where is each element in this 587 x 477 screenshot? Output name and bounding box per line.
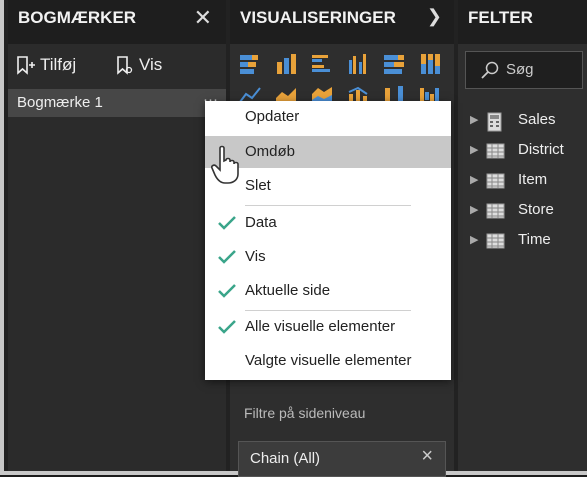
- bookmarks-title: BOGMÆRKER: [18, 8, 137, 27]
- menu-item-all-visuals[interactable]: Alle visuelle elementer: [205, 311, 451, 343]
- menu-separator: [245, 205, 411, 206]
- fields-pane: FELTER Søg ▶ Sales ▶ District ▶ Item ▶ S…: [458, 0, 587, 471]
- table-icon: [486, 203, 505, 219]
- menu-item-label: Aktuelle side: [245, 282, 331, 299]
- search-icon: [481, 61, 499, 79]
- close-icon[interactable]: ✕: [194, 5, 212, 31]
- stacked-column-chart-icon[interactable]: [274, 52, 298, 76]
- expand-icon[interactable]: ▶: [470, 233, 478, 246]
- field-item-label: Store: [518, 201, 554, 218]
- remove-filter-icon[interactable]: ×: [421, 445, 433, 468]
- expand-icon[interactable]: ▶: [470, 203, 478, 216]
- menu-item-label: Alle visuelle elementer: [245, 318, 396, 335]
- table-icon: [486, 143, 505, 159]
- menu-item-label: Vis: [245, 248, 266, 265]
- bookmarks-toolbar: Tilføj Vis: [14, 54, 194, 81]
- checkmark-icon: [218, 250, 236, 264]
- percent-column-chart-icon[interactable]: [418, 52, 442, 76]
- clustered-bar-chart-icon[interactable]: [310, 52, 334, 76]
- expand-icon[interactable]: ▶: [470, 173, 478, 186]
- menu-item-data[interactable]: Data: [205, 207, 451, 239]
- page-level-filters-label: Filtre på sideniveau: [244, 405, 366, 421]
- field-item-label: Sales: [518, 111, 556, 128]
- menu-item-current-page[interactable]: Aktuelle side: [205, 275, 451, 307]
- add-bookmark-icon: [17, 56, 35, 75]
- table-icon: [486, 173, 505, 189]
- menu-item-label: Data: [245, 214, 277, 231]
- menu-item-selected-visuals[interactable]: Valgte visuelle elementer: [205, 345, 451, 377]
- menu-item-update[interactable]: Opdater: [205, 101, 451, 133]
- bookmark-item[interactable]: Bogmærke 1 ···: [8, 89, 226, 117]
- clustered-column-chart-icon[interactable]: [346, 52, 370, 76]
- field-item-label: District: [518, 141, 564, 158]
- menu-item-label: Omdøb: [245, 143, 296, 160]
- bookmarks-header: BOGMÆRKER ✕: [8, 0, 226, 44]
- filter-chip[interactable]: Chain (All) ×: [238, 441, 446, 477]
- menu-item-label: Valgte visuelle elementer: [245, 352, 412, 369]
- hand-cursor-icon: [211, 145, 239, 184]
- fields-header: FELTER: [458, 0, 587, 44]
- search-placeholder: Søg: [506, 61, 534, 78]
- bookmark-view-icon: [117, 56, 133, 75]
- menu-item-rename[interactable]: Omdøb: [205, 136, 451, 168]
- table-icon: [486, 233, 505, 249]
- checkmark-icon: [218, 216, 236, 230]
- add-bookmark-label: Tilføj: [40, 55, 77, 74]
- search-input[interactable]: Søg: [465, 51, 583, 89]
- add-bookmark-button[interactable]: Tilføj: [14, 54, 92, 76]
- bookmark-item-label: Bogmærke 1: [17, 94, 103, 111]
- percent-bar-chart-icon[interactable]: [382, 52, 406, 76]
- menu-item-label: Opdater: [245, 108, 300, 125]
- menu-item-display[interactable]: Vis: [205, 241, 451, 273]
- bookmarks-pane: BOGMÆRKER ✕ Tilføj Vis Bogmærke 1 ···: [8, 0, 226, 471]
- checkmark-icon: [218, 320, 236, 334]
- field-item-label: Time: [518, 231, 551, 248]
- fields-title: FELTER: [468, 8, 533, 27]
- calculator-icon: [487, 112, 502, 132]
- view-bookmark-button[interactable]: Vis: [113, 54, 178, 76]
- chevron-right-icon[interactable]: ❯: [427, 6, 442, 27]
- expand-icon[interactable]: ▶: [470, 113, 478, 126]
- stacked-bar-chart-icon[interactable]: [238, 52, 262, 76]
- checkmark-icon: [218, 284, 236, 298]
- view-bookmark-label: Vis: [138, 55, 163, 74]
- menu-item-delete[interactable]: Slet: [205, 170, 451, 202]
- bookmark-context-menu: Opdater Omdøb Slet Data Vis Aktuelle sid…: [205, 101, 451, 380]
- expand-icon[interactable]: ▶: [470, 143, 478, 156]
- filter-chip-label: Chain (All): [250, 450, 321, 467]
- menu-item-label: Slet: [245, 177, 271, 194]
- field-item-label: Item: [518, 171, 548, 188]
- visualizations-header: VISUALISERINGER ❯: [230, 0, 454, 44]
- visualizations-title: VISUALISERINGER: [240, 8, 396, 27]
